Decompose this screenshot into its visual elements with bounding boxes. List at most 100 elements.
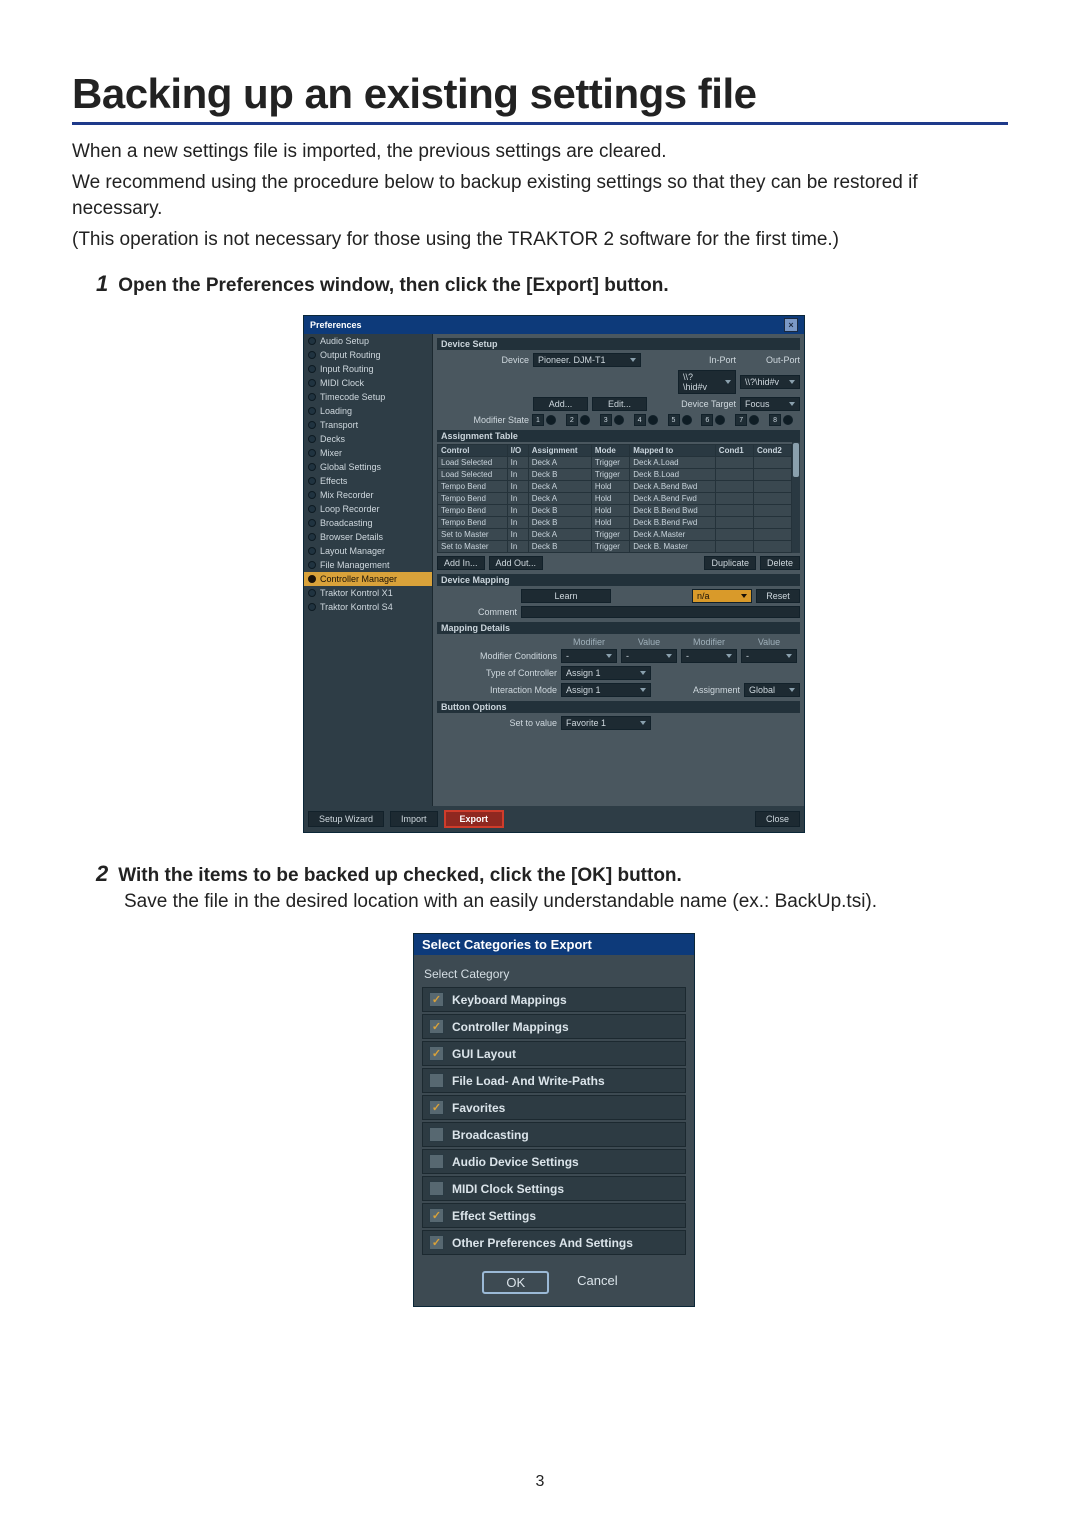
- sidebar-item-transport[interactable]: Transport: [304, 418, 432, 432]
- type-of-controller-row: Type of Controller Assign 1: [437, 666, 800, 680]
- table-row[interactable]: Tempo BendInDeck AHoldDeck A.Bend Bwd: [438, 481, 792, 493]
- sidebar-item-loop-recorder[interactable]: Loop Recorder: [304, 502, 432, 516]
- table-row[interactable]: Set to MasterInDeck BTriggerDeck B. Mast…: [438, 541, 792, 553]
- setup-wizard-button[interactable]: Setup Wizard: [308, 811, 384, 827]
- sidebar-item-mix-recorder[interactable]: Mix Recorder: [304, 488, 432, 502]
- sidebar-item-file-management[interactable]: File Management: [304, 558, 432, 572]
- mod-4: 4: [634, 414, 646, 426]
- section-device-setup: Device Setup: [437, 338, 800, 350]
- sidebar-item-output-routing[interactable]: Output Routing: [304, 348, 432, 362]
- sidebar-item-input-routing[interactable]: Input Routing: [304, 362, 432, 376]
- ok-button[interactable]: OK: [482, 1271, 549, 1294]
- na-dropdown[interactable]: n/a: [692, 589, 752, 603]
- edit-button[interactable]: Edit...: [592, 397, 647, 411]
- sidebar-item-broadcasting[interactable]: Broadcasting: [304, 516, 432, 530]
- learn-button[interactable]: Learn: [521, 589, 611, 603]
- mod-cond-m2[interactable]: -: [681, 649, 737, 663]
- sidebar-item-traktor-kontrol-s4[interactable]: Traktor Kontrol S4: [304, 600, 432, 614]
- mod-cond-v2[interactable]: -: [741, 649, 797, 663]
- add-in-button[interactable]: Add In...: [437, 556, 485, 570]
- export-item-other-preferences-and-settings[interactable]: ✓ Other Preferences And Settings: [422, 1230, 686, 1255]
- label-modifier-1: Modifier: [561, 637, 617, 647]
- checkbox-icon[interactable]: ✓: [429, 1046, 444, 1061]
- import-button[interactable]: Import: [390, 811, 438, 827]
- checkbox-icon[interactable]: [429, 1127, 444, 1142]
- delete-button[interactable]: Delete: [760, 556, 800, 570]
- bullet-icon: [308, 337, 316, 345]
- set-to-value-dropdown[interactable]: Favorite 1: [561, 716, 651, 730]
- comment-input[interactable]: [521, 606, 800, 618]
- checkbox-icon[interactable]: ✓: [429, 992, 444, 1007]
- table-row[interactable]: Tempo BendInDeck AHoldDeck A.Bend Fwd: [438, 493, 792, 505]
- export-item-controller-mappings[interactable]: ✓Controller Mappings: [422, 1014, 686, 1039]
- sidebar-item-browser-details[interactable]: Browser Details: [304, 530, 432, 544]
- sidebar-item-timecode-setup[interactable]: Timecode Setup: [304, 390, 432, 404]
- checkbox-icon[interactable]: ✓: [429, 1208, 444, 1223]
- sidebar-item-global-settings[interactable]: Global Settings: [304, 460, 432, 474]
- col-cond2: Cond2: [753, 445, 791, 457]
- sidebar-item-controller-manager[interactable]: Controller Manager: [304, 572, 432, 586]
- bullet-icon: [308, 463, 316, 471]
- label-value-2: Value: [741, 637, 797, 647]
- out-port-dropdown[interactable]: \\?\hid#v: [740, 375, 800, 389]
- export-item-label: Other Preferences And Settings: [452, 1236, 633, 1250]
- table-row[interactable]: Load SelectedInDeck ATriggerDeck A.Load: [438, 457, 792, 469]
- export-item-file-load-and-write-paths[interactable]: File Load- And Write-Paths: [422, 1068, 686, 1093]
- table-row[interactable]: Tempo BendInDeck BHoldDeck B.Bend Fwd: [438, 517, 792, 529]
- table-row[interactable]: Load SelectedInDeck BTriggerDeck B.Load: [438, 469, 792, 481]
- export-item-keyboard-mappings[interactable]: ✓Keyboard Mappings: [422, 987, 686, 1012]
- mod-cond-v1[interactable]: -: [621, 649, 677, 663]
- table-cell: Tempo Bend: [438, 517, 508, 529]
- reset-button[interactable]: Reset: [756, 589, 800, 603]
- bullet-icon: [308, 491, 316, 499]
- device-dropdown[interactable]: Pioneer. DJM-T1: [533, 353, 641, 367]
- export-item-effect-settings[interactable]: ✓Effect Settings: [422, 1203, 686, 1228]
- assignment-dropdown[interactable]: Global: [744, 683, 800, 697]
- interaction-mode-dropdown[interactable]: Assign 1: [561, 683, 651, 697]
- type-of-controller-dropdown[interactable]: Assign 1: [561, 666, 651, 680]
- close-button[interactable]: Close: [755, 811, 800, 827]
- close-icon[interactable]: ×: [784, 318, 798, 332]
- checkbox-icon[interactable]: ✓: [429, 1100, 444, 1115]
- cancel-button[interactable]: Cancel: [569, 1271, 625, 1294]
- export-button[interactable]: Export: [444, 810, 505, 828]
- assignment-scrollbar[interactable]: [792, 442, 800, 553]
- scrollbar-thumb[interactable]: [793, 443, 799, 477]
- in-port-dropdown[interactable]: \\?\hid#v: [678, 370, 736, 394]
- sidebar-item-layout-manager[interactable]: Layout Manager: [304, 544, 432, 558]
- sidebar-item-decks[interactable]: Decks: [304, 432, 432, 446]
- checkbox-icon[interactable]: [429, 1154, 444, 1169]
- sidebar-item-loading[interactable]: Loading: [304, 404, 432, 418]
- sidebar-item-label: Browser Details: [320, 532, 383, 542]
- export-item-gui-layout[interactable]: ✓GUI Layout: [422, 1041, 686, 1066]
- checkbox-icon[interactable]: ✓: [429, 1019, 444, 1034]
- mod-cond-m1[interactable]: -: [561, 649, 617, 663]
- table-cell: [715, 541, 753, 553]
- add-out-button[interactable]: Add Out...: [489, 556, 544, 570]
- set-to-value-value: Favorite 1: [566, 718, 606, 728]
- table-cell: Hold: [591, 517, 629, 529]
- device-target-value: Focus: [745, 399, 770, 409]
- table-row[interactable]: Tempo BendInDeck BHoldDeck B.Bend Bwd: [438, 505, 792, 517]
- export-categories-dialog: Select Categories to Export Select Categ…: [413, 933, 695, 1307]
- type-of-controller-value: Assign 1: [566, 668, 601, 678]
- export-item-audio-device-settings[interactable]: Audio Device Settings: [422, 1149, 686, 1174]
- duplicate-button[interactable]: Duplicate: [704, 556, 756, 570]
- sidebar-item-label: Traktor Kontrol X1: [320, 588, 393, 598]
- sidebar-item-midi-clock[interactable]: MIDI Clock: [304, 376, 432, 390]
- checkbox-icon[interactable]: [429, 1073, 444, 1088]
- sidebar-item-effects[interactable]: Effects: [304, 474, 432, 488]
- checkbox-icon[interactable]: [429, 1181, 444, 1196]
- export-dialog-title: Select Categories to Export: [414, 934, 694, 955]
- export-item-midi-clock-settings[interactable]: MIDI Clock Settings: [422, 1176, 686, 1201]
- add-button[interactable]: Add...: [533, 397, 588, 411]
- sidebar-item-traktor-kontrol-x1[interactable]: Traktor Kontrol X1: [304, 586, 432, 600]
- table-row[interactable]: Set to MasterInDeck ATriggerDeck A.Maste…: [438, 529, 792, 541]
- export-item-favorites[interactable]: ✓Favorites: [422, 1095, 686, 1120]
- step-1: 1 Open the Preferences window, then clic…: [72, 271, 1008, 833]
- export-item-broadcasting[interactable]: Broadcasting: [422, 1122, 686, 1147]
- sidebar-item-audio-setup[interactable]: Audio Setup: [304, 334, 432, 348]
- device-target-dropdown[interactable]: Focus: [740, 397, 800, 411]
- sidebar-item-mixer[interactable]: Mixer: [304, 446, 432, 460]
- checkbox-icon[interactable]: ✓: [429, 1235, 444, 1250]
